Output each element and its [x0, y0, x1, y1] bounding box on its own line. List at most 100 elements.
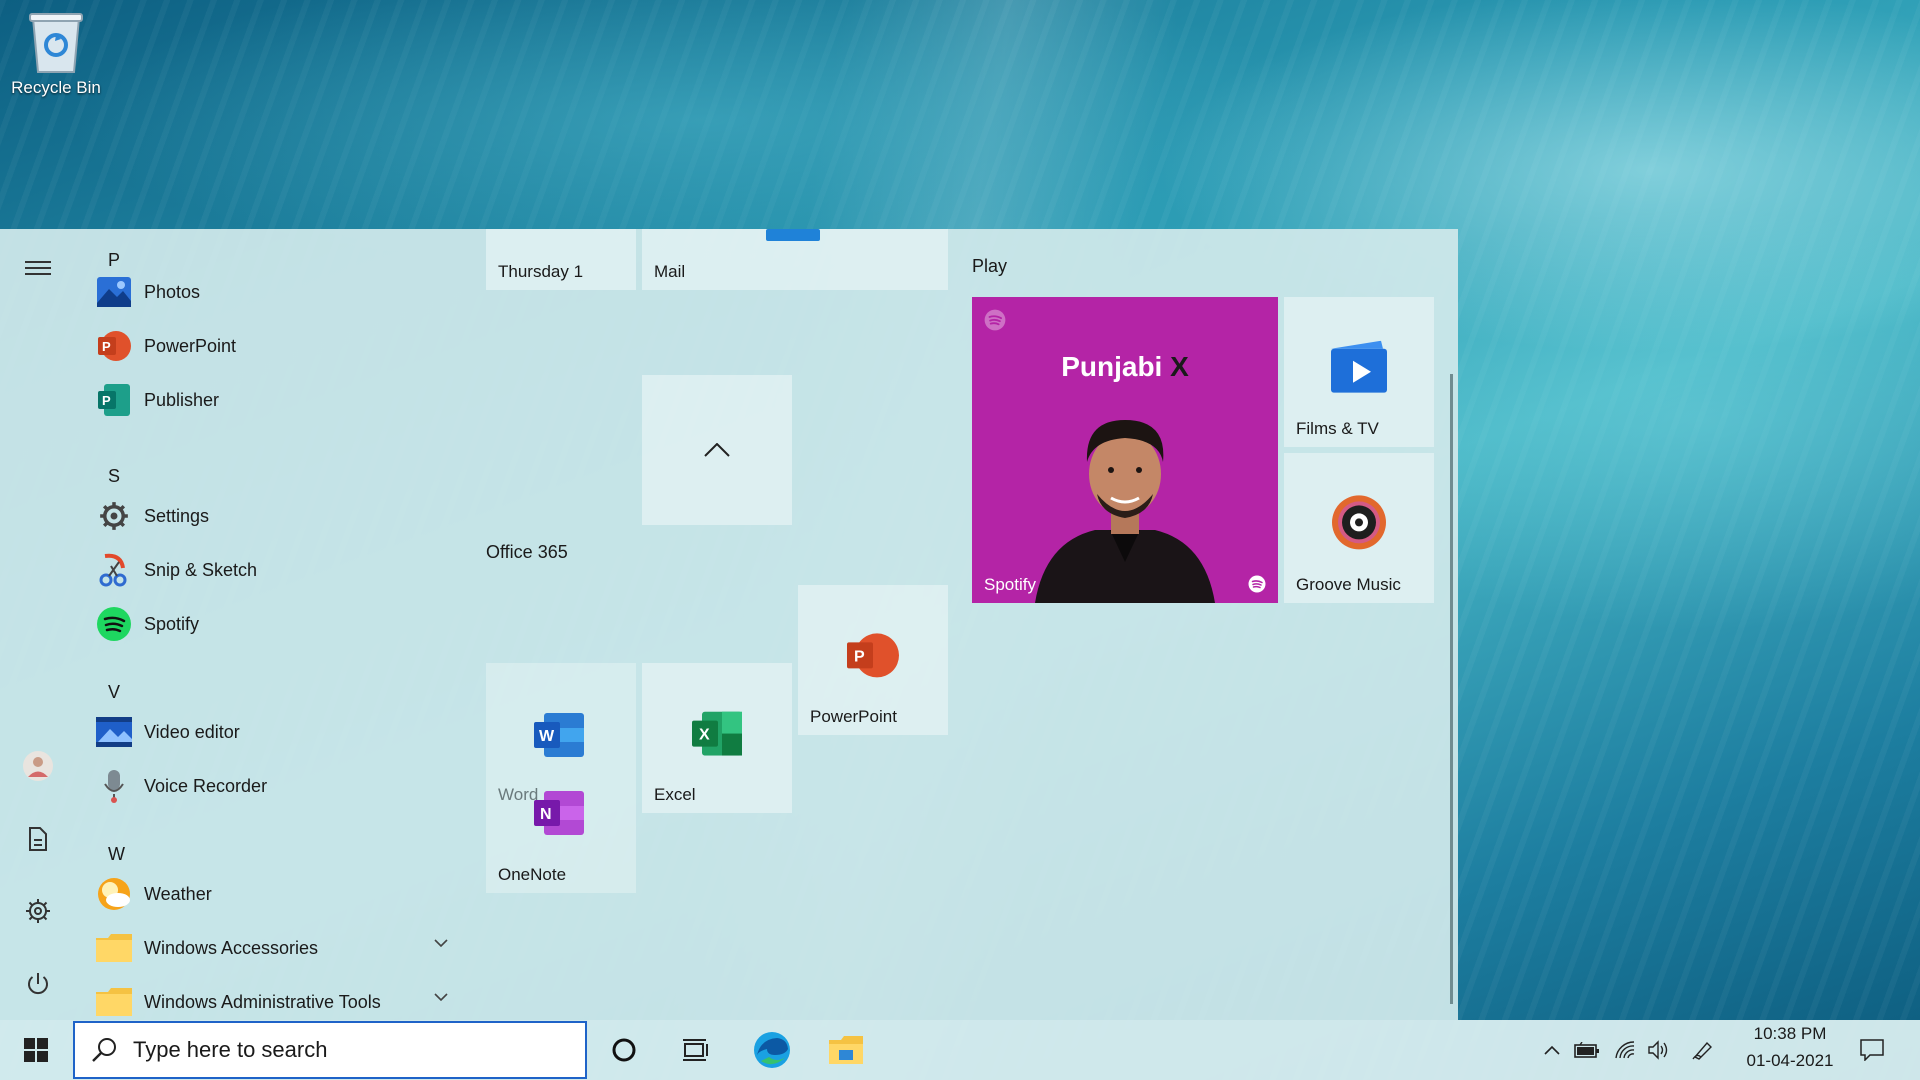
- groove-music-icon: [1332, 495, 1386, 550]
- tile-area: Thursday 1 Mail Office 365 W Word N OneN…: [456, 229, 1456, 1020]
- settings-button[interactable]: [18, 891, 58, 931]
- action-center-button[interactable]: [1852, 1020, 1892, 1080]
- tile-label: PowerPoint: [810, 707, 897, 726]
- playlist-name: Punjabi: [1061, 351, 1163, 382]
- artist-image: [1035, 420, 1215, 603]
- file-explorer-button[interactable]: [822, 1020, 870, 1080]
- publisher-icon: P: [96, 382, 132, 418]
- edge-button[interactable]: [748, 1020, 796, 1080]
- task-view-button[interactable]: [672, 1020, 720, 1080]
- search-input[interactable]: [133, 1037, 573, 1063]
- svg-text:W: W: [539, 728, 555, 745]
- excel-tile[interactable]: X Excel: [642, 663, 792, 813]
- chevron-down-icon[interactable]: [434, 993, 448, 1001]
- svg-text:N: N: [540, 806, 552, 823]
- app-item-weather[interactable]: Weather: [96, 867, 456, 921]
- windows-start-icon: [24, 1038, 48, 1062]
- tile-label: Thursday 1: [498, 262, 584, 281]
- task-view-icon: [683, 1039, 708, 1061]
- start-menu: P Photos P PowerPoint P Publisher S Sett…: [0, 229, 1458, 1020]
- powerpoint-icon: P: [96, 328, 132, 364]
- chevron-down-icon[interactable]: [434, 939, 448, 947]
- recycle-bin-icon: [29, 13, 83, 73]
- mail-tile[interactable]: Mail: [642, 229, 948, 290]
- app-item-publisher[interactable]: P Publisher: [96, 373, 456, 427]
- tile-label: Groove Music: [1296, 575, 1401, 594]
- collapse-folder-tile[interactable]: [642, 375, 792, 525]
- letter-header-w[interactable]: W: [108, 844, 125, 865]
- playlist-title: Punjabi X: [972, 351, 1278, 383]
- wifi-icon: [1615, 1041, 1635, 1059]
- app-label: Weather: [144, 883, 212, 904]
- documents-button[interactable]: [18, 819, 58, 859]
- clock-date: 01-04-2021: [1746, 1051, 1834, 1070]
- folder-icon: [96, 984, 132, 1020]
- films-tv-tile[interactable]: Films & TV: [1284, 297, 1434, 447]
- group-title-play[interactable]: Play: [972, 256, 1007, 277]
- excel-icon: X: [692, 711, 742, 756]
- tiles-scrollbar[interactable]: [1450, 374, 1453, 1004]
- onenote-label: OneNote: [498, 865, 567, 884]
- letter-header-s[interactable]: S: [108, 466, 120, 487]
- powerpoint-tile[interactable]: P PowerPoint: [798, 585, 948, 735]
- office-folder-tile[interactable]: W Word N OneNote: [486, 663, 636, 893]
- app-label: Windows Accessories: [144, 937, 319, 958]
- mail-icon: [766, 229, 820, 241]
- app-item-spotify[interactable]: Spotify: [96, 597, 456, 651]
- group-title-office[interactable]: Office 365: [486, 542, 568, 563]
- power-button[interactable]: [18, 964, 58, 1004]
- network-button[interactable]: [1610, 1020, 1640, 1080]
- spotify-tile[interactable]: Punjabi X Spotify: [972, 297, 1278, 603]
- tile-label: Excel: [654, 785, 696, 804]
- films-tv-icon: [1331, 340, 1387, 393]
- app-item-snip-sketch[interactable]: Snip & Sketch: [96, 543, 456, 597]
- photos-icon: [96, 274, 132, 310]
- app-label: Voice Recorder: [144, 775, 268, 796]
- documents-icon: [29, 827, 47, 851]
- playlist-mark: X: [1170, 351, 1189, 382]
- microphone-icon: [96, 768, 132, 804]
- letter-header-v[interactable]: V: [108, 682, 120, 703]
- app-label: Spotify: [144, 613, 200, 634]
- show-hidden-icons-button[interactable]: [1538, 1020, 1566, 1080]
- taskbar: 10:38 PM 01-04-2021: [0, 1020, 1920, 1080]
- cortana-button[interactable]: [600, 1020, 648, 1080]
- desktop-icon-recycle-bin[interactable]: Recycle Bin: [8, 8, 104, 98]
- app-item-settings[interactable]: Settings: [96, 489, 456, 543]
- expand-menu-button[interactable]: [18, 248, 58, 288]
- calendar-tile[interactable]: Thursday 1: [486, 229, 636, 290]
- taskbar-clock[interactable]: 10:38 PM 01-04-2021: [1730, 1020, 1850, 1080]
- video-editor-icon: [96, 714, 132, 750]
- taskbar-search-box[interactable]: [73, 1021, 587, 1079]
- gear-icon: [96, 498, 132, 534]
- app-item-windows-accessories[interactable]: Windows Accessories: [96, 921, 456, 975]
- app-item-video-editor[interactable]: Video editor: [96, 705, 456, 759]
- battery-button[interactable]: [1572, 1020, 1602, 1080]
- app-label: Snip & Sketch: [144, 559, 258, 580]
- edge-icon: [754, 1032, 790, 1068]
- groove-music-tile[interactable]: Groove Music: [1284, 453, 1434, 603]
- tile-label: Films & TV: [1296, 419, 1379, 438]
- spotify-icon: [96, 606, 132, 642]
- user-account-button[interactable]: [18, 746, 58, 786]
- app-item-photos[interactable]: Photos: [96, 265, 456, 319]
- chevron-up-icon: [1544, 1045, 1560, 1055]
- chevron-up-icon: [704, 443, 730, 457]
- svg-text:X: X: [699, 727, 710, 744]
- app-item-voice-recorder[interactable]: Voice Recorder: [96, 759, 456, 813]
- start-button[interactable]: [0, 1020, 72, 1080]
- pen-workspace-button[interactable]: [1688, 1020, 1718, 1080]
- spotify-badge-icon: [1248, 575, 1266, 593]
- power-icon: [28, 973, 48, 995]
- app-label: Windows Administrative Tools: [144, 991, 381, 1012]
- battery-icon: [1574, 1042, 1599, 1058]
- app-label: Publisher: [144, 389, 220, 410]
- volume-button[interactable]: [1644, 1020, 1674, 1080]
- svg-text:P: P: [854, 648, 865, 665]
- app-item-powerpoint[interactable]: P PowerPoint: [96, 319, 456, 373]
- app-label: Photos: [144, 281, 201, 302]
- clock-time: 10:38 PM: [1753, 1024, 1827, 1043]
- powerpoint-icon: P: [847, 633, 899, 678]
- app-item-windows-administrative-tools[interactable]: Windows Administrative Tools: [96, 975, 456, 1020]
- tile-label: Mail: [654, 262, 686, 281]
